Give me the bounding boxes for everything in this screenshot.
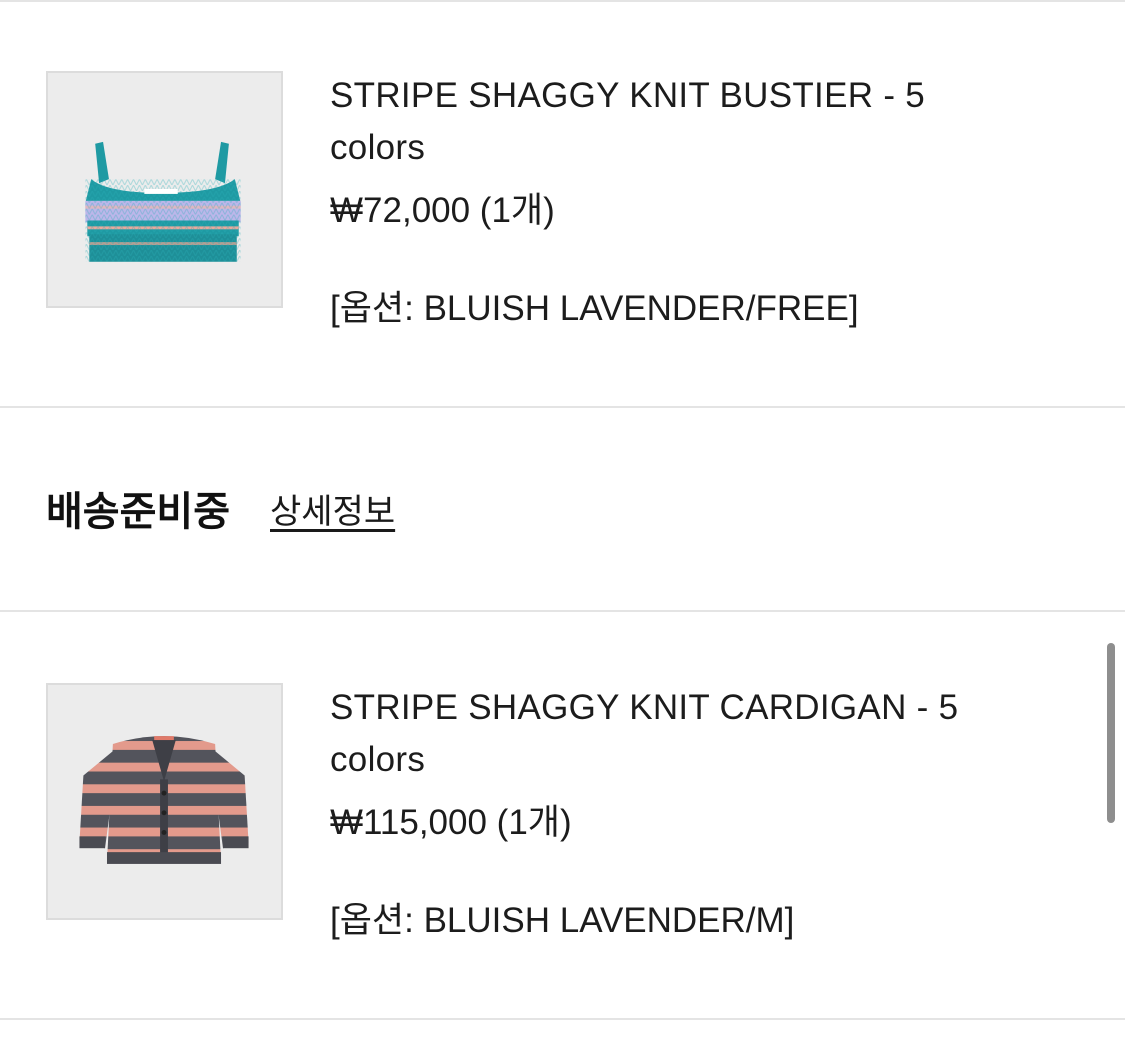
- section-divider: [0, 406, 1125, 408]
- knit-cardigan-image: [79, 736, 249, 864]
- detail-info-link[interactable]: 상세정보: [270, 484, 395, 533]
- bottom-divider: [0, 1018, 1125, 1020]
- product-name[interactable]: STRIPE SHAGGY KNIT BUSTIER - 5 colors: [330, 70, 970, 174]
- product-option: [옵션: BLUISH LAVENDER/FREE]: [330, 289, 859, 328]
- product-option: [옵션: BLUISH LAVENDER/M]: [330, 901, 795, 940]
- order-item-cardigan[interactable]: STRIPE SHAGGY KNIT CARDIGAN - 5 colors ₩…: [0, 612, 1125, 1018]
- product-price: ₩115,000 (1개): [330, 803, 572, 842]
- shipment-status-row: 배송준비중 상세정보: [46, 478, 395, 538]
- shipment-status: 배송준비중: [46, 489, 230, 535]
- knit-bustier-image: [85, 141, 241, 262]
- vertical-scrollbar[interactable]: [1107, 643, 1115, 823]
- product-thumbnail[interactable]: [46, 71, 283, 308]
- product-name[interactable]: STRIPE SHAGGY KNIT CARDIGAN - 5 colors: [330, 682, 970, 786]
- order-item-bustier[interactable]: STRIPE SHAGGY KNIT BUSTIER - 5 colors ₩7…: [0, 0, 1125, 406]
- product-thumbnail[interactable]: [46, 683, 283, 920]
- product-price: ₩72,000 (1개): [330, 191, 555, 230]
